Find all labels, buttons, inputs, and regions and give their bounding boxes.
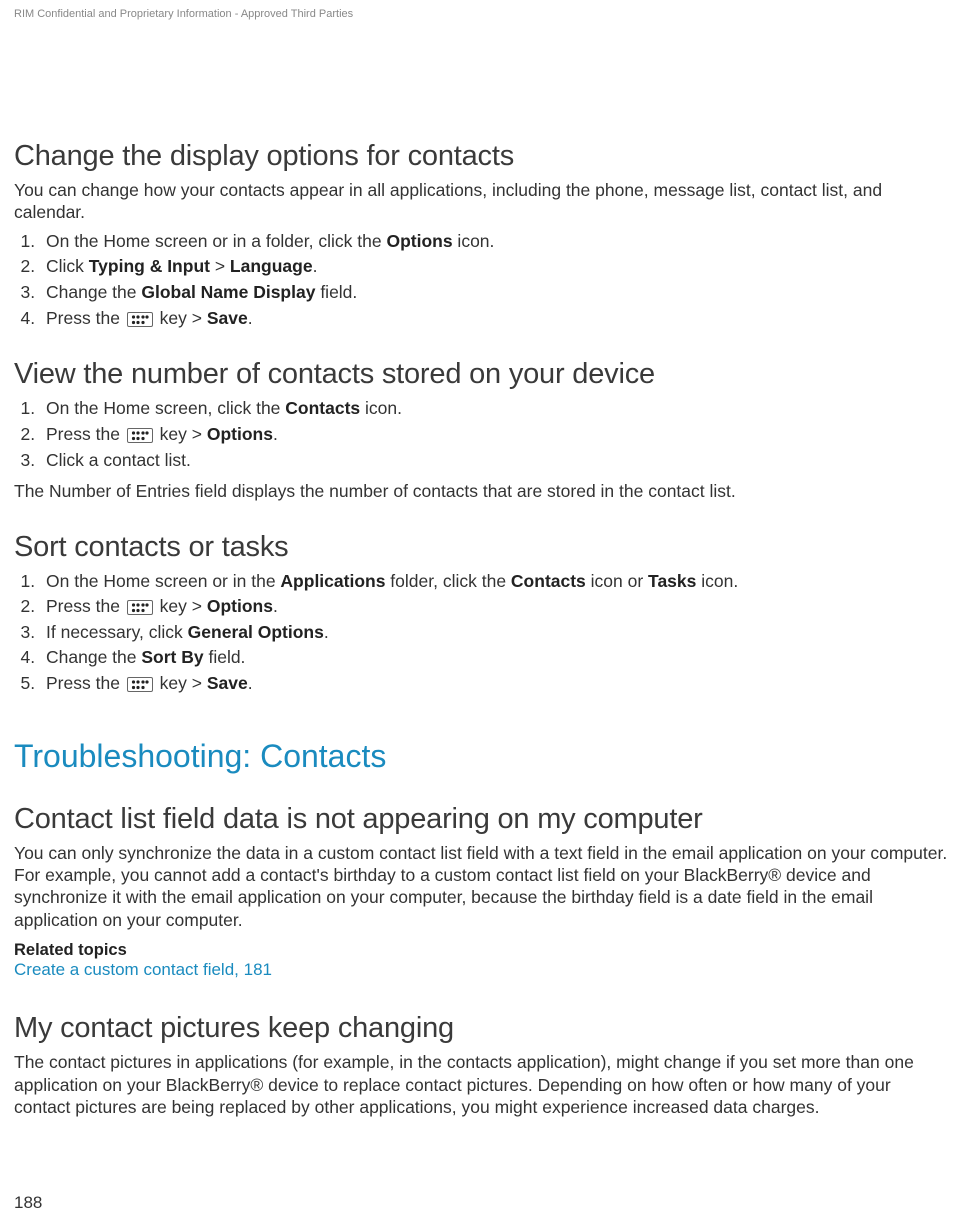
step-item: Press the key > Save. bbox=[40, 672, 949, 696]
document-page: RIM Confidential and Proprietary Informa… bbox=[0, 0, 963, 1227]
step-text: Press the bbox=[46, 424, 125, 444]
heading-sort-contacts-tasks: Sort contacts or tasks bbox=[14, 531, 949, 564]
bold-text: Typing & Input bbox=[89, 256, 210, 276]
step-text: folder, click the bbox=[385, 571, 510, 591]
step-text: Change the bbox=[46, 282, 141, 302]
menu-key-icon bbox=[127, 600, 153, 615]
heading-change-display-options: Change the display options for contacts bbox=[14, 140, 949, 173]
bold-text: Language bbox=[230, 256, 313, 276]
page-number: 188 bbox=[14, 1193, 42, 1213]
related-topic-link[interactable]: Create a custom contact field, 181 bbox=[14, 960, 272, 980]
heading-view-number-contacts: View the number of contacts stored on yo… bbox=[14, 358, 949, 391]
step-text: On the Home screen or in the bbox=[46, 571, 280, 591]
step-item: On the Home screen or in the Application… bbox=[40, 570, 949, 594]
step-text: key > bbox=[155, 673, 207, 693]
body-text: You can only synchronize the data in a c… bbox=[14, 842, 949, 932]
step-text: On the Home screen or in a folder, click… bbox=[46, 231, 386, 251]
bold-text: Applications bbox=[280, 571, 385, 591]
step-text: field. bbox=[315, 282, 357, 302]
step-text: If necessary, click bbox=[46, 622, 188, 642]
bold-text: Contacts bbox=[285, 398, 360, 418]
step-item: Click Typing & Input > Language. bbox=[40, 255, 949, 279]
step-item: Press the key > Options. bbox=[40, 595, 949, 619]
menu-key-icon bbox=[127, 677, 153, 692]
step-text: Press the bbox=[46, 673, 125, 693]
step-text: Press the bbox=[46, 596, 125, 616]
step-item: If necessary, click General Options. bbox=[40, 621, 949, 645]
bold-text: General Options bbox=[188, 622, 324, 642]
body-text: The contact pictures in applications (fo… bbox=[14, 1051, 949, 1118]
step-text: key > bbox=[155, 596, 207, 616]
step-text: key > bbox=[155, 424, 207, 444]
step-text: Click bbox=[46, 256, 89, 276]
bold-text: Sort By bbox=[141, 647, 203, 667]
step-text: icon. bbox=[453, 231, 495, 251]
step-text: > bbox=[210, 256, 230, 276]
bold-text: Save bbox=[207, 673, 248, 693]
step-text: . bbox=[248, 308, 253, 328]
step-text: field. bbox=[204, 647, 246, 667]
steps-list: On the Home screen or in the Application… bbox=[14, 570, 949, 696]
confidential-header: RIM Confidential and Proprietary Informa… bbox=[14, 8, 949, 20]
step-text: icon. bbox=[360, 398, 402, 418]
step-text: . bbox=[313, 256, 318, 276]
step-text: icon or bbox=[586, 571, 648, 591]
menu-key-icon bbox=[127, 312, 153, 327]
bold-text: Options bbox=[386, 231, 452, 251]
step-item: Change the Sort By field. bbox=[40, 646, 949, 670]
bold-text: Options bbox=[207, 424, 273, 444]
step-text: Change the bbox=[46, 647, 141, 667]
bold-text: Tasks bbox=[648, 571, 696, 591]
step-text: Click a contact list. bbox=[46, 450, 191, 470]
heading-troubleshooting: Troubleshooting: Contacts bbox=[14, 738, 949, 775]
step-text: key > bbox=[155, 308, 207, 328]
step-item: Change the Global Name Display field. bbox=[40, 281, 949, 305]
step-item: Press the key > Save. bbox=[40, 307, 949, 331]
step-item: On the Home screen, click the Contacts i… bbox=[40, 397, 949, 421]
heading-contact-pictures-changing: My contact pictures keep changing bbox=[14, 1012, 949, 1045]
step-item: Click a contact list. bbox=[40, 449, 949, 473]
step-item: On the Home screen or in a folder, click… bbox=[40, 230, 949, 254]
steps-list: On the Home screen or in a folder, click… bbox=[14, 230, 949, 331]
related-topics-heading: Related topics bbox=[14, 941, 949, 960]
steps-list: On the Home screen, click the Contacts i… bbox=[14, 397, 949, 472]
intro-text: You can change how your contacts appear … bbox=[14, 179, 949, 224]
step-text: . bbox=[273, 424, 278, 444]
outro-text: The Number of Entries field displays the… bbox=[14, 480, 949, 502]
step-text: . bbox=[324, 622, 329, 642]
bold-text: Contacts bbox=[511, 571, 586, 591]
step-item: Press the key > Options. bbox=[40, 423, 949, 447]
bold-text: Options bbox=[207, 596, 273, 616]
heading-contact-field-data: Contact list field data is not appearing… bbox=[14, 803, 949, 836]
step-text: Press the bbox=[46, 308, 125, 328]
bold-text: Global Name Display bbox=[141, 282, 315, 302]
bold-text: Save bbox=[207, 308, 248, 328]
step-text: . bbox=[273, 596, 278, 616]
step-text: . bbox=[248, 673, 253, 693]
step-text: On the Home screen, click the bbox=[46, 398, 285, 418]
menu-key-icon bbox=[127, 428, 153, 443]
step-text: icon. bbox=[696, 571, 738, 591]
